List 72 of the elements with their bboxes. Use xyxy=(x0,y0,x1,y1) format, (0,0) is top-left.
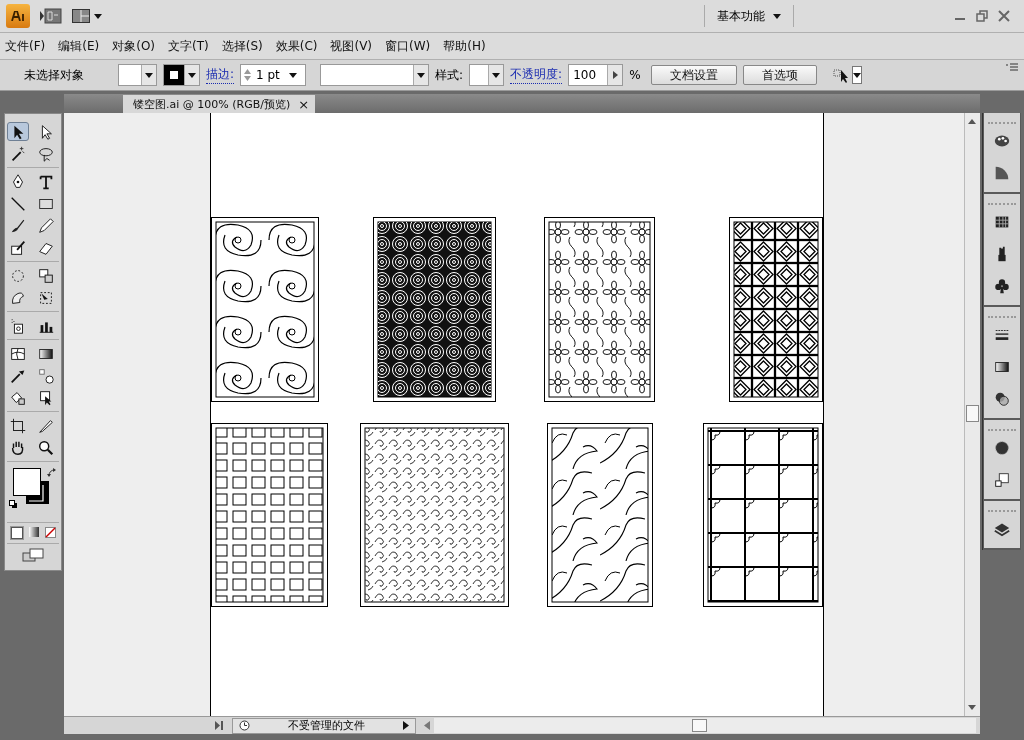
style-label: 样式: xyxy=(435,66,464,84)
tool-button[interactable] xyxy=(7,122,29,141)
scale-tool-icon xyxy=(37,266,55,285)
gradient-mode-button[interactable] xyxy=(28,527,39,537)
panel-menu-icon[interactable] xyxy=(1006,63,1018,73)
opacity-link[interactable]: 不透明度: xyxy=(510,66,563,84)
color-mode-button[interactable] xyxy=(10,527,23,539)
slider-arrow-icon[interactable] xyxy=(612,71,618,79)
caret-icon xyxy=(492,72,501,78)
stroke-link[interactable]: 描边: xyxy=(206,66,235,84)
screen-mode-icon[interactable] xyxy=(22,548,44,562)
play-icon xyxy=(403,721,409,730)
menu-item[interactable]: 窗口(W) xyxy=(385,37,431,55)
arrange-documents-button[interactable] xyxy=(72,9,102,23)
status-dropdown[interactable]: 不受管理的文件 xyxy=(232,717,416,734)
menu-item[interactable]: 选择(S) xyxy=(221,37,263,55)
caret-icon xyxy=(188,72,196,78)
crop-tool-icon xyxy=(9,416,27,435)
menu-item[interactable]: 效果(C) xyxy=(275,37,318,55)
scroll-left-icon[interactable] xyxy=(424,721,430,730)
scrollbar-thumb[interactable] xyxy=(966,405,979,422)
menu-item[interactable]: 编辑(E) xyxy=(58,37,100,55)
blob-brush-tool-icon xyxy=(9,238,27,257)
opacity-unit: % xyxy=(629,68,641,82)
workspace-switcher[interactable]: 基本功能 xyxy=(704,5,794,27)
clock-icon xyxy=(239,720,250,731)
none-mode-icon[interactable] xyxy=(44,527,56,538)
fill-color-dropdown[interactable] xyxy=(118,64,157,86)
menu-item[interactable]: 文件(F) xyxy=(5,37,46,55)
document-setup-button[interactable]: 文档设置 xyxy=(650,65,737,85)
scroll-up-icon[interactable] xyxy=(968,119,976,124)
overlap-circles-panel-icon[interactable] xyxy=(993,390,1011,408)
default-colors-icon[interactable] xyxy=(9,500,18,509)
menu-item[interactable]: 对象(O) xyxy=(112,37,156,55)
blend-tool-icon xyxy=(37,366,55,385)
zoom-tool-icon xyxy=(37,438,55,457)
ring-panel-icon[interactable] xyxy=(993,439,1011,457)
brush-dropdown[interactable] xyxy=(320,64,430,86)
bridge-icon[interactable] xyxy=(40,8,62,24)
caret-icon xyxy=(289,72,298,78)
stroke-swatch[interactable] xyxy=(26,481,49,504)
stroke-weight-field[interactable]: 1 pt xyxy=(240,64,307,86)
menu-item[interactable]: 文字(T) xyxy=(168,37,209,55)
caret-icon xyxy=(852,72,861,78)
close-icon[interactable] xyxy=(998,10,1010,22)
restore-icon[interactable] xyxy=(976,10,988,22)
stroke-color-dropdown[interactable] xyxy=(163,64,200,86)
tab-close-button[interactable]: × xyxy=(298,96,310,112)
two-squares-panel-icon[interactable] xyxy=(993,471,1011,489)
style-dropdown[interactable] xyxy=(469,64,505,86)
scroll-down-icon[interactable] xyxy=(968,705,976,710)
preferences-button[interactable]: 首选项 xyxy=(742,65,817,85)
isolate-selection-button[interactable] xyxy=(832,66,862,84)
skip-end-icon[interactable] xyxy=(214,721,224,730)
spinner-icon[interactable] xyxy=(243,68,253,82)
menu-item[interactable]: 帮助(H) xyxy=(443,37,486,55)
menu-item[interactable]: 视图(V) xyxy=(330,37,373,55)
caret-icon xyxy=(94,13,102,19)
quarter-gradient-panel-icon[interactable] xyxy=(993,164,1011,182)
app-logo-icon xyxy=(6,4,30,28)
caret-icon xyxy=(773,13,781,19)
club-panel-icon[interactable] xyxy=(993,277,1011,295)
horizontal-scrollbar-thumb[interactable] xyxy=(692,719,707,732)
opacity-field[interactable]: 100 xyxy=(568,64,624,86)
caret-icon xyxy=(145,72,153,78)
fill-swatch[interactable] xyxy=(13,468,41,496)
document-tab[interactable]: 镂空图.ai @ 100% (RGB/预览) × xyxy=(123,95,316,113)
swap-icon[interactable] xyxy=(47,468,57,478)
pencil-tool-icon xyxy=(37,216,55,235)
caret-icon xyxy=(417,72,426,78)
magic-wand-tool-icon xyxy=(9,144,27,163)
selection-status: 未选择对象 xyxy=(24,66,84,84)
